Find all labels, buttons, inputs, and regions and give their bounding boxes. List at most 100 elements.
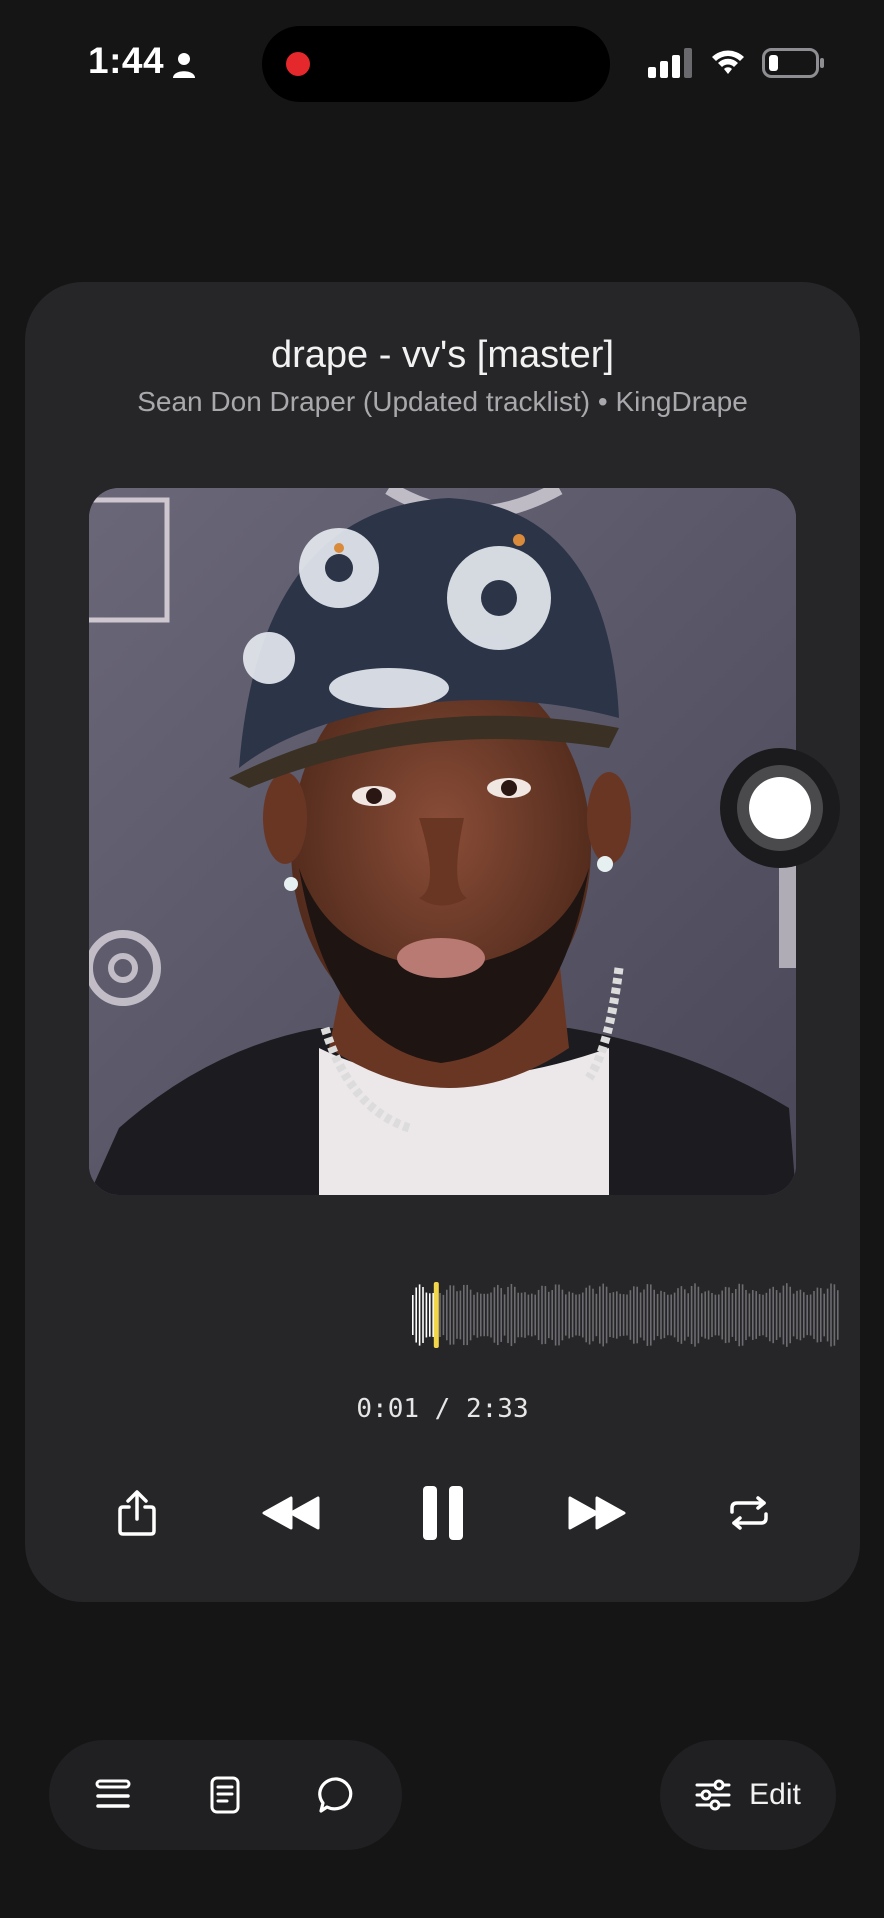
queue-icon [95, 1779, 131, 1808]
waveform-bar [575, 1294, 577, 1336]
waveform-bar [789, 1286, 791, 1344]
rewind-icon [262, 1496, 320, 1530]
assistive-touch-button[interactable] [720, 748, 840, 868]
waveform-bar [429, 1293, 431, 1337]
waveform-bar [765, 1292, 768, 1338]
waveform-bar [755, 1291, 757, 1339]
rewind-button[interactable] [251, 1478, 331, 1548]
waveform-bar [779, 1292, 781, 1338]
waveform-bar [483, 1293, 485, 1337]
repeat-button[interactable] [719, 1478, 779, 1548]
waveform-bar [762, 1294, 764, 1336]
waveform-bar [554, 1284, 557, 1346]
waveform-bar [775, 1290, 778, 1340]
waveform-scrubber[interactable] [411, 1282, 841, 1348]
waveform-bar [792, 1293, 795, 1337]
edit-button[interactable]: Edit [660, 1740, 836, 1850]
waveform-bar [544, 1286, 547, 1344]
waveform-bar [605, 1286, 608, 1344]
waveform-bar [514, 1286, 516, 1344]
share-button[interactable] [107, 1478, 167, 1548]
notes-button[interactable] [203, 1773, 247, 1817]
status-bar: 1:44 [0, 0, 884, 130]
waveform-bars [412, 1282, 839, 1348]
waveform-bar [837, 1290, 839, 1340]
cellular-signal-icon [648, 48, 692, 78]
waveform-bar [527, 1294, 530, 1336]
waveform-bar [772, 1286, 774, 1344]
assistive-touch-dot [749, 777, 811, 839]
notes-icon [210, 1776, 240, 1814]
waveform-bar [752, 1290, 754, 1340]
fast-forward-button[interactable] [557, 1478, 637, 1548]
waveform-bar [782, 1285, 785, 1345]
waveform-bar [503, 1294, 506, 1336]
waveform-bar [507, 1286, 509, 1344]
waveform-bar [714, 1294, 717, 1336]
waveform-bar [653, 1289, 655, 1341]
waveform-bar [497, 1284, 499, 1346]
battery-icon [762, 48, 824, 78]
waveform-bar [833, 1284, 836, 1346]
waveform-bar [738, 1283, 740, 1347]
comment-button[interactable] [315, 1773, 359, 1817]
player-card: drape - vv's [master] Sean Don Draper (U… [25, 282, 860, 1602]
waveform-bar [500, 1288, 502, 1342]
waveform-bar [680, 1286, 683, 1344]
waveform-bar [446, 1289, 448, 1341]
waveform-bar [663, 1291, 666, 1339]
sliders-icon [695, 1779, 731, 1811]
waveform-bar [415, 1287, 417, 1343]
waveform-bar [595, 1293, 598, 1337]
waveform-bar [425, 1292, 428, 1338]
waveform-bar [568, 1291, 570, 1339]
waveform-bar [735, 1289, 737, 1341]
pause-button[interactable] [407, 1478, 479, 1548]
waveform-bar [619, 1293, 621, 1337]
waveform-bar [769, 1288, 771, 1342]
waveform-bar [626, 1294, 628, 1336]
waveform-bar [524, 1292, 526, 1338]
waveform-bar [571, 1292, 574, 1338]
waveform-bar [558, 1284, 560, 1346]
waveform-bar [565, 1294, 567, 1336]
waveform-bar [418, 1284, 421, 1346]
waveform-bar [830, 1283, 832, 1347]
comment-icon [318, 1777, 353, 1813]
waveform-bar [531, 1293, 533, 1337]
waveform-bar [578, 1294, 581, 1336]
waveform-bar [677, 1288, 679, 1342]
waveform-bar [803, 1292, 805, 1338]
waveform-bar [588, 1285, 591, 1345]
waveform-bar [687, 1293, 689, 1337]
track-title: drape - vv's [master] [270, 334, 615, 376]
waveform-bar [432, 1293, 434, 1337]
waveform-bar [728, 1287, 730, 1343]
playhead[interactable] [433, 1282, 439, 1348]
fast-forward-icon [568, 1496, 626, 1530]
waveform-bar [609, 1292, 611, 1338]
waveform-bar [452, 1285, 455, 1345]
waveform-bar [707, 1290, 710, 1340]
waveform-bar [718, 1294, 720, 1336]
waveform-bar [517, 1292, 519, 1338]
waveform-bar [820, 1288, 822, 1342]
waveform-bar [456, 1291, 458, 1339]
album-artwork[interactable] [89, 488, 796, 1195]
waveform-bar [646, 1284, 649, 1346]
waveform-bar [629, 1290, 632, 1340]
waveform-bar [758, 1294, 761, 1336]
queue-button[interactable] [91, 1773, 135, 1817]
status-time: 1:44 [88, 40, 165, 81]
waveform-bar [684, 1289, 686, 1341]
waveform-bar [748, 1293, 751, 1337]
waveform-bar [816, 1287, 819, 1343]
waveform-bar [823, 1293, 825, 1337]
waveform-bar [697, 1286, 700, 1344]
waveform-bar [473, 1294, 475, 1336]
waveform-bar [541, 1285, 543, 1345]
waveform-bar [690, 1285, 693, 1345]
waveform-bar [592, 1288, 594, 1342]
bottom-toolbar [49, 1740, 402, 1850]
waveform-bar [490, 1292, 492, 1338]
